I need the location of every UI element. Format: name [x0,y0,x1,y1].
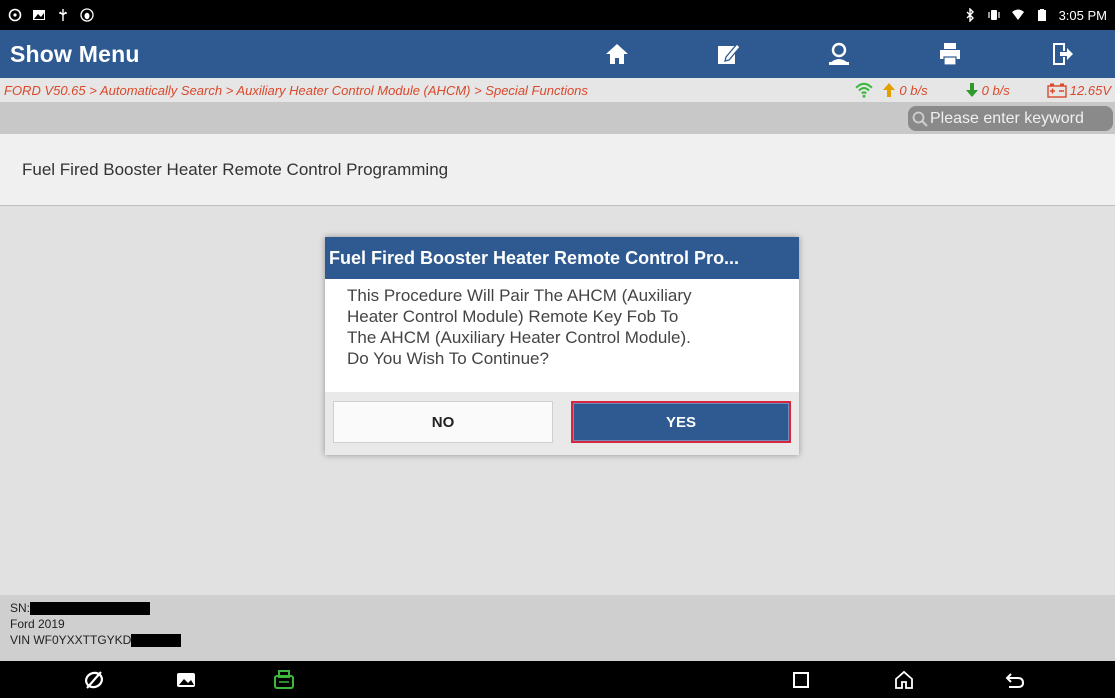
edit-icon [718,43,741,64]
status-left-icons [8,8,94,22]
back-icon [1005,673,1025,688]
yes-button-label: YES [665,413,696,431]
home-nav-icon [895,670,913,689]
vci-button[interactable] [271,667,297,693]
download-rate: 0 b/s [964,82,1010,98]
voltage-readout: 12.65V [1046,82,1111,98]
exit-icon [1053,43,1073,65]
yes-button[interactable]: YES [571,401,791,443]
redaction-bar [30,602,151,616]
status-time: 3:05 PM [1058,7,1107,23]
download-rate-value: 0 b/s [981,82,1010,98]
app-header: Show Menu [0,30,1115,78]
dialog-message-line: This Procedure Will Pair The AHCM (Auxil… [347,286,692,305]
chat-icon [8,8,22,22]
car-battery-icon [1047,83,1067,98]
upload-arrow-icon [883,83,896,97]
dialog-message: This Procedure Will Pair The AHCM (Auxil… [325,279,799,391]
debug-icon [80,8,94,22]
status-right-icons: 3:05 PM [963,7,1107,23]
confirm-dialog: Fuel Fired Booster Heater Remote Control… [325,237,799,455]
dialog-message-line: Heater Control Module) Remote Key Fob To [347,307,679,326]
vci-icon [274,670,294,689]
page-title: Show Menu [10,40,140,67]
search-icon [912,111,928,127]
dialog-title: Fuel Fired Booster Heater Remote Control… [325,237,799,279]
user-button[interactable] [785,30,893,78]
dialog-message-line: The AHCM (Auxiliary Heater Control Modul… [347,328,691,347]
home-icon [606,44,628,64]
recents-button[interactable] [788,667,814,693]
dialog-button-row: NO YES [325,392,799,455]
home-nav-button[interactable] [891,667,917,693]
upload-rate-value: 0 b/s [899,82,928,98]
upload-rate: 0 b/s [849,81,928,99]
vibrate-icon [987,8,1001,22]
print-button[interactable] [896,30,1004,78]
list-item[interactable]: Fuel Fired Booster Heater Remote Control… [0,134,1115,206]
vin: VIN WF0YXXTTGYKD [10,632,1115,648]
breadcrumb: FORD V50.65 > Automatically Search > Aux… [4,82,588,98]
print-icon [940,43,960,66]
browser-button[interactable] [81,667,107,693]
wifi-signal-icon [855,82,874,98]
breadcrumb-bar: FORD V50.65 > Automatically Search > Aux… [0,78,1115,102]
download-arrow-icon [965,83,978,97]
gallery-button[interactable] [173,667,199,693]
sn-label: SN: [10,601,31,615]
vin-label: VIN WF0YXXTTGYKD [10,633,132,647]
home-button[interactable] [563,30,671,78]
search-row: Please enter keyword [0,102,1115,134]
dialog-message-line: Do You Wish To Continue? [347,349,549,368]
list-item-label: Fuel Fired Booster Heater Remote Control… [22,159,449,179]
edit-button[interactable] [674,30,782,78]
back-button[interactable] [1002,667,1028,693]
serial-number: SN: [10,600,1115,616]
search-input[interactable]: Please enter keyword [908,106,1113,131]
no-button[interactable]: NO [333,401,553,443]
battery-icon [1035,8,1049,22]
vehicle-model: Ford 2019 [10,617,65,631]
redaction-bar [131,634,182,648]
voltage-value: 12.65V [1069,82,1111,98]
user-icon [829,42,849,65]
usb-icon [56,8,70,22]
nav-bar [0,661,1115,698]
bluetooth-icon [963,7,977,23]
recents-icon [793,672,809,688]
image-icon [32,8,46,22]
no-button-label: NO [431,413,455,431]
vehicle-info: SN: Ford 2019 VIN WF0YXXTTGYKD [0,595,1115,661]
wifi-icon [1011,8,1025,22]
browser-icon [85,671,103,689]
status-bar: 3:05 PM [0,0,1115,30]
exit-button[interactable] [1007,30,1115,78]
gallery-icon [177,673,195,687]
search-placeholder: Please enter keyword [930,109,1084,127]
